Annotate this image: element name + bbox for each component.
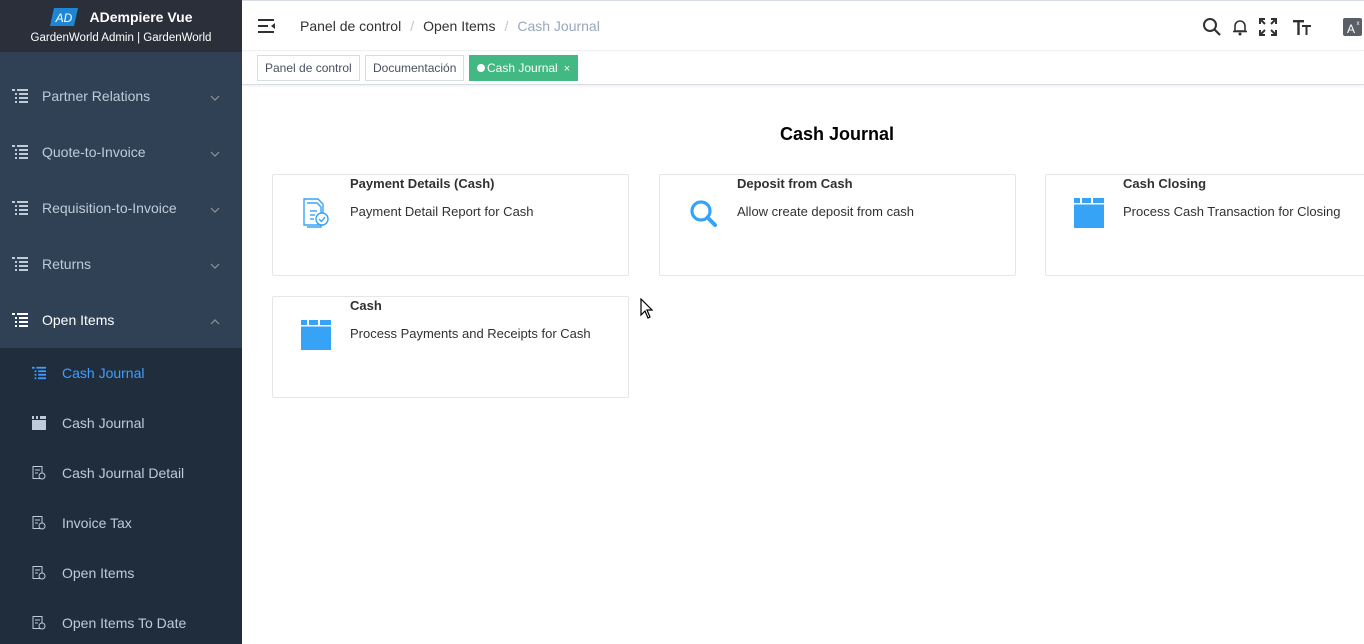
sidebar-item-open-items[interactable]: Open Items xyxy=(0,292,242,348)
breadcrumb-separator: / xyxy=(410,18,415,34)
sidebar-subitem-label: Open Items To Date xyxy=(62,615,187,631)
sidebar-subitem-invoice-tax[interactable]: Invoice Tax xyxy=(0,498,242,548)
sidebar-subitem-label: Cash Journal xyxy=(62,415,145,431)
submenu-open-items: Cash Journal Cash Journal Cash Journal D… xyxy=(0,348,242,644)
sidebar-item-returns[interactable]: Returns xyxy=(0,236,242,292)
language-icon[interactable]: Ax xyxy=(1342,17,1364,37)
navbar-right-menu: Ax xyxy=(1202,1,1364,52)
sidebar-subitem-open-items-to-date[interactable]: Open Items To Date xyxy=(0,598,242,644)
report-icon xyxy=(32,566,46,580)
tag-label: Panel de control xyxy=(265,61,352,75)
sidebar-subitem-label: Cash Journal xyxy=(62,365,145,381)
search-icon xyxy=(686,195,720,231)
tag-cash-journal[interactable]: Cash Journal × xyxy=(469,55,579,81)
sidebar-subitem-label: Open Items xyxy=(62,565,135,581)
card-description: Process Payments and Receipts for Cash xyxy=(350,326,591,341)
card-cash[interactable]: Cash Process Payments and Receipts for C… xyxy=(272,296,629,398)
page-title: Cash Journal xyxy=(779,124,895,144)
sidebar-subitem-label: Invoice Tax xyxy=(62,515,132,531)
card-cash-closing[interactable]: Cash Closing Process Cash Transaction fo… xyxy=(1045,174,1364,276)
chevron-down-icon xyxy=(210,258,220,269)
font-size-icon[interactable] xyxy=(1292,17,1312,37)
hamburger-icon[interactable] xyxy=(258,17,276,35)
sidebar-item-label: Open Items xyxy=(42,312,115,328)
app-root: AD ADempiere Vue GardenWorld Admin | Gar… xyxy=(0,0,1364,644)
card-description: Allow create deposit from cash xyxy=(737,204,915,219)
brand-title: ADempiere Vue xyxy=(89,9,193,25)
search-icon[interactable] xyxy=(1202,17,1222,37)
report-icon xyxy=(32,616,46,630)
sidebar-subitem-cash-journal-tree[interactable]: Cash Journal xyxy=(0,348,242,398)
bell-icon[interactable] xyxy=(1230,17,1250,37)
tree-icon xyxy=(12,200,28,216)
card-title: Cash Closing xyxy=(1123,176,1207,191)
tag-label: Documentación xyxy=(373,61,457,75)
tag-documentation[interactable]: Documentación xyxy=(365,55,465,81)
tags-view: Panel de control Documentación Cash Jour… xyxy=(242,52,1364,85)
report-icon xyxy=(299,195,333,231)
card-description: Process Cash Transaction for Closing xyxy=(1123,204,1341,219)
svg-text:AD: AD xyxy=(54,11,72,25)
tree-icon xyxy=(12,88,28,104)
window-icon xyxy=(32,416,46,430)
chevron-up-icon xyxy=(210,314,220,325)
fullscreen-icon[interactable] xyxy=(1258,17,1278,37)
sidebar-menu: Partner Relations Quote-to-Invoice Requi… xyxy=(0,68,242,644)
brand[interactable]: AD ADempiere Vue GardenWorld Admin | Gar… xyxy=(0,0,242,52)
report-icon xyxy=(32,516,46,530)
adempiere-logo-icon: AD xyxy=(49,8,78,26)
breadcrumb-separator: / xyxy=(504,18,509,34)
breadcrumb-item-dashboard[interactable]: Panel de control xyxy=(300,18,401,34)
sidebar-item-label: Requisition-to-Invoice xyxy=(42,200,177,216)
sidebar-item-requisition-to-invoice[interactable]: Requisition-to-Invoice xyxy=(0,180,242,236)
svg-text:A: A xyxy=(1347,22,1355,36)
sidebar-item-label: Partner Relations xyxy=(42,88,151,104)
card-description: Payment Detail Report for Cash xyxy=(350,204,534,219)
window-icon xyxy=(299,317,333,353)
card-title: Payment Details (Cash) xyxy=(350,176,495,191)
tree-icon xyxy=(12,144,28,160)
sidebar-item-label: Returns xyxy=(42,256,92,272)
chevron-down-icon xyxy=(210,146,220,157)
tree-icon xyxy=(12,312,28,328)
card-title: Deposit from Cash xyxy=(737,176,853,191)
sidebar-subitem-label: Cash Journal Detail xyxy=(62,465,185,481)
tree-icon xyxy=(12,256,28,272)
tree-icon xyxy=(32,366,46,380)
sidebar-item-partner-relations[interactable]: Partner Relations xyxy=(0,68,242,124)
main-content: Cash Journal Payment Details (Cash) Paym… xyxy=(242,86,1364,644)
chevron-down-icon xyxy=(210,202,220,213)
active-dot-icon xyxy=(477,64,485,72)
card-title: Cash xyxy=(350,298,382,313)
svg-text:x: x xyxy=(1357,21,1360,27)
sidebar-subitem-cash-journal-window[interactable]: Cash Journal xyxy=(0,398,242,448)
window-icon xyxy=(1072,195,1106,231)
mouse-cursor-icon xyxy=(640,297,654,320)
card-payment-details-cash[interactable]: Payment Details (Cash) Payment Detail Re… xyxy=(272,174,629,276)
tag-label: Cash Journal xyxy=(487,61,558,75)
breadcrumb-item-open-items[interactable]: Open Items xyxy=(423,18,495,34)
breadcrumb-item-current: Cash Journal xyxy=(517,18,600,34)
card-deposit-from-cash[interactable]: Deposit from Cash Allow create deposit f… xyxy=(659,174,1016,276)
sidebar-subitem-open-items[interactable]: Open Items xyxy=(0,548,242,598)
sidebar-item-label: Quote-to-Invoice xyxy=(42,144,146,160)
navbar: Panel de control / Open Items / Cash Jou… xyxy=(242,0,1364,51)
sidebar-subitem-cash-journal-detail[interactable]: Cash Journal Detail xyxy=(0,448,242,498)
sidebar: AD ADempiere Vue GardenWorld Admin | Gar… xyxy=(0,0,242,644)
tag-dashboard[interactable]: Panel de control xyxy=(257,55,360,81)
breadcrumb: Panel de control / Open Items / Cash Jou… xyxy=(300,18,600,34)
report-icon xyxy=(32,466,46,480)
chevron-down-icon xyxy=(210,90,220,101)
close-icon[interactable]: × xyxy=(564,63,570,75)
sidebar-item-quote-to-invoice[interactable]: Quote-to-Invoice xyxy=(0,124,242,180)
brand-subtitle: GardenWorld Admin | GardenWorld xyxy=(30,32,212,44)
